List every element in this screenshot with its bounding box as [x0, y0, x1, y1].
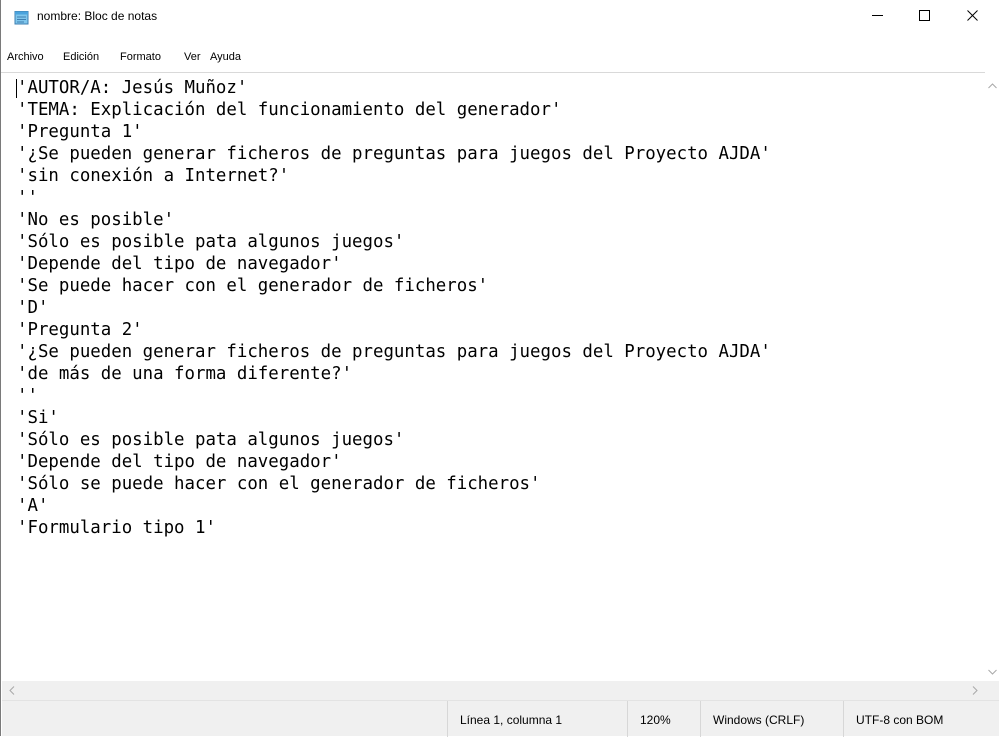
window-title: nombre: Bloc de notas [37, 9, 158, 23]
text-line: 'Sólo se puede hacer con el generador de… [17, 474, 541, 494]
text-line: '¿Se pueden generar ficheros de pregunta… [17, 144, 771, 164]
editor-text: 'AUTOR/A: Jesús Muñoz' 'TEMA: Explicació… [17, 77, 771, 539]
text-line: '' [17, 386, 38, 406]
file-encoding: UTF-8 con BOM [843, 701, 999, 737]
notepad-icon [14, 10, 29, 25]
menu-bar: Archivo Edición Formato Ver Ayuda [1, 49, 999, 69]
text-line: 'Si' [17, 408, 59, 428]
minimize-button[interactable] [854, 0, 900, 30]
text-line: 'A' [17, 496, 49, 516]
notepad-window: nombre: Bloc de notas Archivo Edición Fo… [0, 0, 999, 737]
menu-ver[interactable]: Ver [184, 51, 201, 63]
title-bar[interactable]: nombre: Bloc de notas [1, 0, 999, 30]
text-line: 'Se puede hacer con el generador de fich… [17, 276, 489, 296]
text-line: 'D' [17, 298, 49, 318]
minimize-icon [872, 15, 883, 16]
menu-ayuda[interactable]: Ayuda [210, 51, 241, 63]
scroll-right-icon[interactable] [972, 686, 978, 695]
maximize-icon [919, 10, 930, 21]
close-icon [967, 10, 978, 21]
text-line: 'Sólo es posible pata algunos juegos' [17, 430, 405, 450]
text-line: 'No es posible' [17, 210, 175, 230]
menu-formato[interactable]: Formato [120, 51, 161, 63]
maximize-button[interactable] [901, 0, 947, 30]
horizontal-scrollbar[interactable] [2, 681, 985, 700]
close-button[interactable] [949, 0, 995, 30]
line-ending: Windows (CRLF) [700, 701, 843, 737]
scroll-corner [985, 681, 999, 700]
text-line: 'Sólo es posible pata algunos juegos' [17, 232, 405, 252]
scroll-up-icon[interactable] [988, 83, 997, 89]
status-bar: Línea 1, columna 1 120% Windows (CRLF) U… [2, 700, 999, 737]
text-line: 'Pregunta 1' [17, 122, 143, 142]
text-editor[interactable]: 'AUTOR/A: Jesús Muñoz' 'TEMA: Explicació… [1, 72, 985, 681]
text-line: 'sin conexión a Internet?' [17, 166, 290, 186]
zoom-level: 120% [627, 701, 700, 737]
text-line: 'TEMA: Explicación del funcionamiento de… [17, 100, 562, 120]
menu-edicion[interactable]: Edición [63, 51, 99, 63]
scroll-down-icon[interactable] [988, 669, 997, 675]
menu-archivo[interactable]: Archivo [7, 51, 44, 63]
vertical-scrollbar[interactable] [985, 72, 999, 681]
text-line: '' [17, 188, 38, 208]
text-line: 'de más de una forma diferente?' [17, 364, 353, 384]
text-line: 'Depende del tipo de navegador' [17, 254, 342, 274]
text-line: 'Formulario tipo 1' [17, 518, 216, 538]
text-line: '¿Se pueden generar ficheros de pregunta… [17, 342, 771, 362]
scroll-left-icon[interactable] [9, 686, 15, 695]
text-line: 'Pregunta 2' [17, 320, 143, 340]
text-line: 'Depende del tipo de navegador' [17, 452, 342, 472]
cursor-position: Línea 1, columna 1 [447, 701, 627, 737]
text-line: 'AUTOR/A: Jesús Muñoz' [17, 78, 248, 98]
